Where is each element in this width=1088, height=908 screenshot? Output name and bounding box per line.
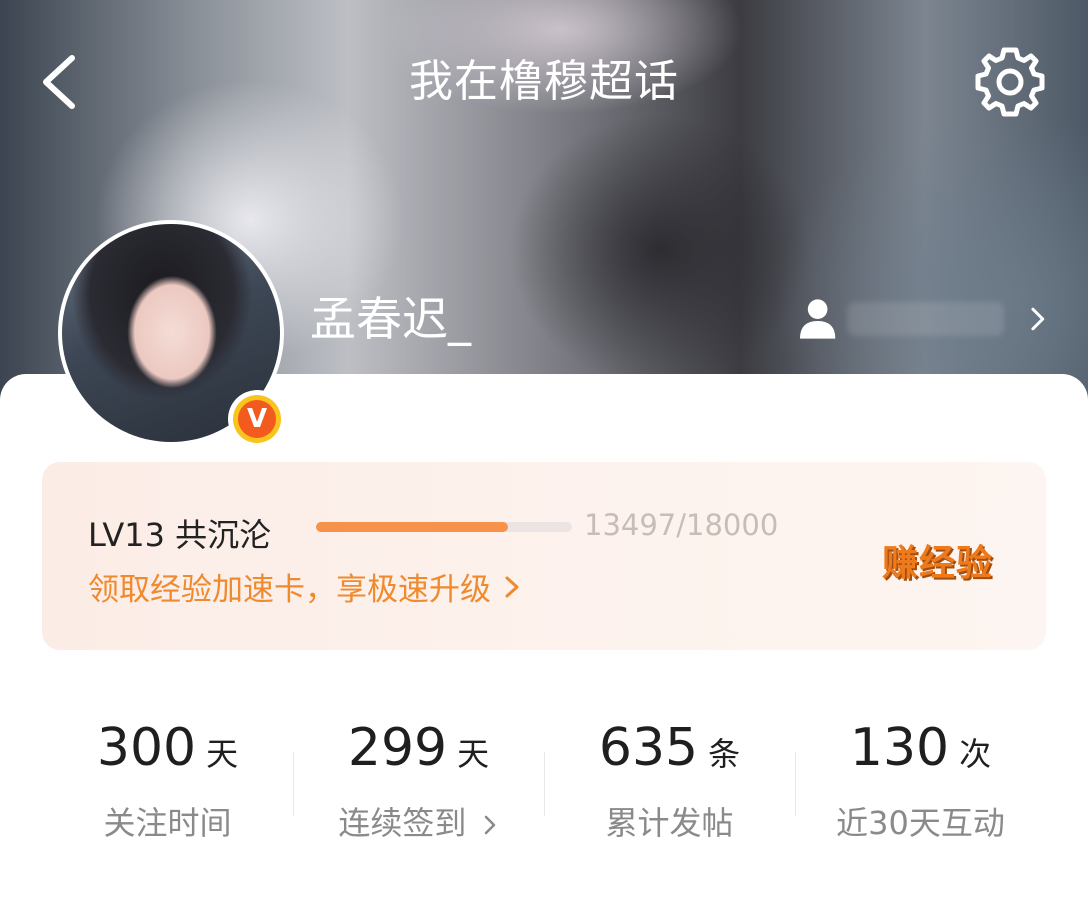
stat-value: 300 xyxy=(96,718,197,778)
stat-follow-days: 300 天 关注时间 xyxy=(42,680,293,870)
level-progress-bar xyxy=(316,522,572,532)
stat-value: 299 xyxy=(347,718,448,778)
stat-label: 累计发帖 xyxy=(605,804,734,842)
stat-unit: 条 xyxy=(708,735,741,773)
stat-unit: 次 xyxy=(959,735,992,773)
page-title: 我在橹穆超话 xyxy=(409,56,679,107)
person-icon xyxy=(799,299,836,339)
speedup-card-link[interactable]: 领取经验加速卡，享极速升级 xyxy=(88,564,523,609)
stat-label-link: 连续签到 xyxy=(293,798,544,844)
gear-icon xyxy=(975,47,1045,117)
earn-experience-button[interactable]: 赚经验 xyxy=(882,534,993,586)
stat-total-posts: 635 条 累计发帖 xyxy=(544,680,795,870)
username[interactable]: 孟春迟_ xyxy=(310,283,471,349)
stat-value: 130 xyxy=(849,718,950,778)
level-label: LV13 共沉沦 xyxy=(88,516,272,554)
verified-badge-letter: V xyxy=(238,400,276,438)
stat-label: 关注时间 xyxy=(103,804,232,842)
stat-value: 635 xyxy=(598,718,699,778)
stat-recent-interactions: 130 次 近30天互动 xyxy=(795,680,1046,870)
chevron-right-icon xyxy=(505,576,519,597)
stat-unit: 天 xyxy=(206,735,239,773)
stat-checkin-streak[interactable]: 299 天 连续签到 xyxy=(293,680,544,870)
verified-badge: V xyxy=(228,390,286,448)
stats-row: 300 天 关注时间 299 天 连续签到 635 条 累计发帖 130 次 近30天互… xyxy=(42,680,1046,870)
admin-link[interactable] xyxy=(798,292,1048,346)
speedup-card-text: 领取经验加速卡，享极速升级 xyxy=(88,572,491,608)
stat-label: 近30天互动 xyxy=(836,804,1005,842)
chevron-right-icon xyxy=(484,815,495,835)
stat-label: 连续签到 xyxy=(338,804,467,842)
stat-unit: 天 xyxy=(457,735,490,773)
settings-button[interactable] xyxy=(972,44,1048,120)
admin-text-blurred xyxy=(847,302,1005,336)
level-card: LV13 共沉沦 13497/18000 领取经验加速卡，享极速升级 赚经验 xyxy=(42,462,1046,650)
level-progress-fill xyxy=(316,522,508,532)
experience-text: 13497/18000 xyxy=(584,508,779,542)
chevron-right-icon xyxy=(1031,307,1045,331)
